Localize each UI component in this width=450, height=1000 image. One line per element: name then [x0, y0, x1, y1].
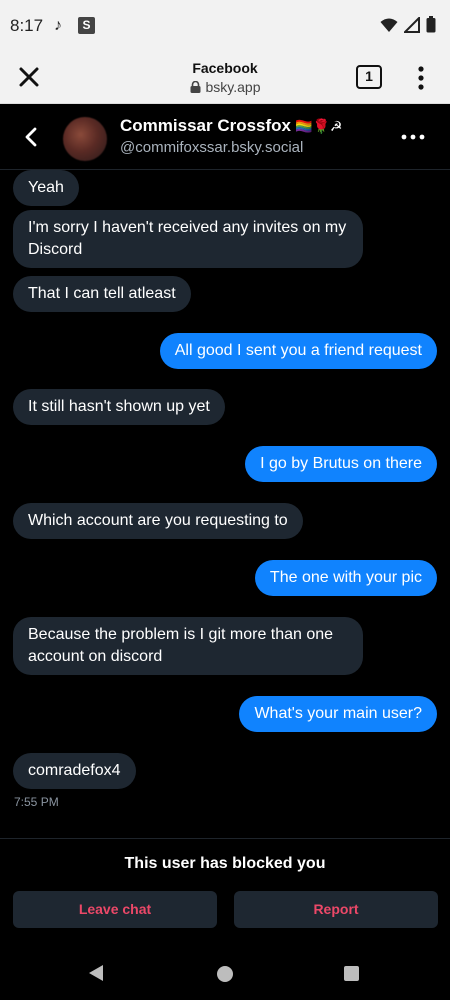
contact-name-text: Commissar Crossfox: [120, 116, 292, 135]
system-nav-bar: [0, 940, 450, 1000]
message-bubble: The one with your pic: [254, 560, 437, 596]
contact-name[interactable]: Commissar Crossfox 🏳️‍🌈🌹☭: [120, 116, 342, 136]
more-horizontal-icon[interactable]: [400, 127, 426, 147]
blocked-notice: This user has blocked you: [124, 855, 326, 872]
back-icon[interactable]: [20, 125, 44, 149]
status-time: 8:17: [10, 16, 44, 35]
blocked-footer: This user has blocked you Leave chat Rep…: [0, 838, 450, 938]
nav-home-icon[interactable]: [217, 966, 233, 982]
message-list: Yeah I'm sorry I haven't received any in…: [0, 170, 450, 840]
wifi-icon: [380, 18, 398, 32]
browser-title: Facebook: [192, 60, 258, 76]
browser-url-text: bsky.app: [205, 79, 261, 95]
message-bubble: All good I sent you a friend request: [159, 333, 437, 369]
status-bar: 8:17 ♪ S: [0, 0, 450, 52]
avatar[interactable]: [63, 117, 107, 161]
message-bubble: Yeah: [13, 170, 79, 206]
message-bubble: What's your main user?: [239, 696, 437, 732]
contact-handle: @commifoxssar.bsky.social: [120, 139, 304, 156]
nav-back-icon[interactable]: [87, 964, 105, 982]
message-timestamp: 7:55 PM: [14, 795, 59, 809]
battery-icon: [426, 16, 436, 33]
tiktok-icon: ♪: [54, 17, 62, 34]
message-bubble: Which account are you requesting to: [13, 503, 303, 539]
message-bubble: I'm sorry I haven't received any invites…: [13, 210, 363, 268]
signal-icon: [404, 16, 420, 33]
browser-url[interactable]: bsky.app: [0, 79, 450, 95]
message-bubble: I go by Brutus on there: [245, 446, 437, 482]
status-app-icons: ♪ S: [54, 17, 95, 35]
more-vertical-icon[interactable]: [411, 64, 431, 92]
lock-icon: [190, 81, 200, 93]
s-icon: S: [78, 17, 95, 34]
tab-count-button[interactable]: 1: [356, 65, 382, 89]
status-right-icons: [380, 16, 436, 33]
contact-name-emojis: 🏳️‍🌈🌹☭: [295, 118, 343, 134]
message-bubble: comradefox4: [13, 753, 136, 789]
message-bubble: Because the problem is I git more than o…: [13, 617, 363, 675]
report-button[interactable]: Report: [234, 891, 438, 928]
leave-chat-button[interactable]: Leave chat: [13, 891, 217, 928]
message-bubble: It still hasn't shown up yet: [13, 389, 225, 425]
chat-header: Commissar Crossfox 🏳️‍🌈🌹☭ @commifoxssar.b…: [0, 105, 450, 170]
message-bubble: That I can tell atleast: [13, 276, 191, 312]
browser-bar: Facebook bsky.app 1: [0, 52, 450, 104]
nav-recents-icon[interactable]: [344, 966, 359, 981]
